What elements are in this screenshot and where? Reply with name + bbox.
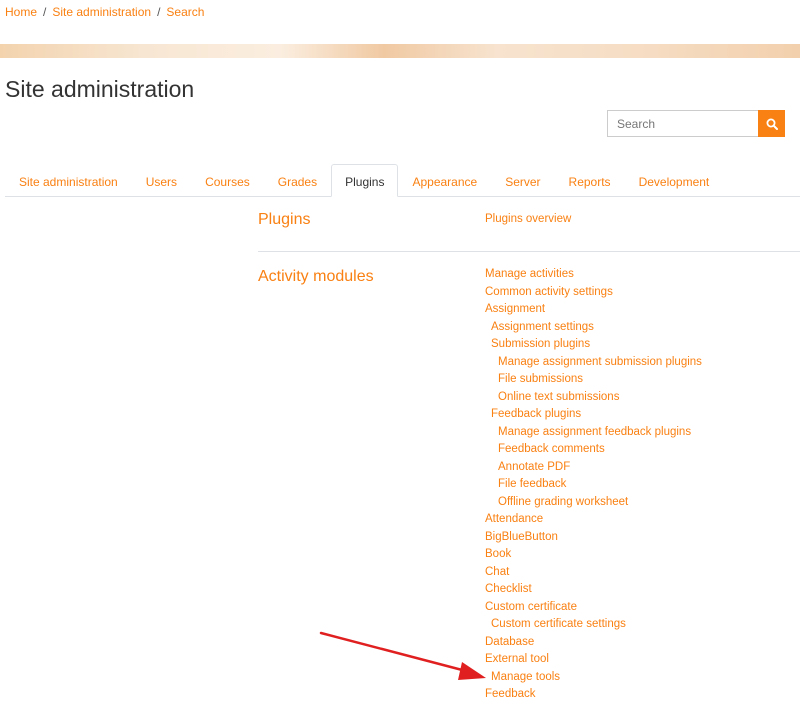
breadcrumb-separator: /: [157, 5, 161, 19]
search-icon: [766, 118, 778, 130]
header-banner: [0, 44, 800, 58]
link-attendance[interactable]: Attendance: [485, 511, 702, 529]
link-assignment-settings[interactable]: Assignment settings: [485, 319, 702, 337]
link-common-activity-settings[interactable]: Common activity settings: [485, 284, 702, 302]
link-manage-activities[interactable]: Manage activities: [485, 266, 702, 284]
link-book[interactable]: Book: [485, 546, 702, 564]
tab-development[interactable]: Development: [625, 164, 724, 196]
section-divider: [258, 251, 800, 252]
link-manage-assignment-feedback-plugins[interactable]: Manage assignment feedback plugins: [485, 424, 702, 442]
search-input[interactable]: [607, 110, 758, 137]
link-online-text-submissions[interactable]: Online text submissions: [485, 389, 702, 407]
link-custom-certificate-settings[interactable]: Custom certificate settings: [485, 616, 702, 634]
section-heading-activity-modules[interactable]: Activity modules: [258, 268, 374, 286]
link-submission-plugins[interactable]: Submission plugins: [485, 336, 702, 354]
breadcrumb-home[interactable]: Home: [5, 5, 37, 19]
tab-grades[interactable]: Grades: [264, 164, 331, 196]
admin-search-form: [607, 110, 785, 137]
link-annotate-pdf[interactable]: Annotate PDF: [485, 459, 702, 477]
page-title: Site administration: [5, 76, 195, 102]
tab-courses[interactable]: Courses: [191, 164, 264, 196]
link-external-tool[interactable]: External tool: [485, 651, 702, 669]
breadcrumb: Home / Site administration / Search: [5, 5, 204, 19]
tab-plugins[interactable]: Plugins: [331, 164, 399, 197]
link-custom-certificate[interactable]: Custom certificate: [485, 599, 702, 617]
section-heading-plugins[interactable]: Plugins: [258, 211, 310, 229]
tab-users[interactable]: Users: [132, 164, 191, 196]
link-database[interactable]: Database: [485, 634, 702, 652]
link-assignment[interactable]: Assignment: [485, 301, 702, 319]
link-manage-assignment-submission-plugins[interactable]: Manage assignment submission plugins: [485, 354, 702, 372]
link-feedback-comments[interactable]: Feedback comments: [485, 441, 702, 459]
tab-appearance[interactable]: Appearance: [398, 164, 491, 196]
breadcrumb-search[interactable]: Search: [166, 5, 204, 19]
tab-site-administration[interactable]: Site administration: [5, 164, 132, 196]
link-feedback[interactable]: Feedback: [485, 686, 702, 704]
link-manage-tools[interactable]: Manage tools: [485, 669, 702, 687]
breadcrumb-site-administration[interactable]: Site administration: [52, 5, 151, 19]
search-button[interactable]: [758, 110, 785, 137]
link-file-submissions[interactable]: File submissions: [485, 371, 702, 389]
link-feedback-plugins[interactable]: Feedback plugins: [485, 406, 702, 424]
breadcrumb-separator: /: [43, 5, 47, 19]
tab-reports[interactable]: Reports: [555, 164, 625, 196]
link-chat[interactable]: Chat: [485, 564, 702, 582]
activity-modules-links: Manage activities Common activity settin…: [485, 266, 702, 704]
link-checklist[interactable]: Checklist: [485, 581, 702, 599]
link-offline-grading-worksheet[interactable]: Offline grading worksheet: [485, 494, 702, 512]
link-file-feedback[interactable]: File feedback: [485, 476, 702, 494]
tab-server[interactable]: Server: [491, 164, 554, 196]
admin-tabs: Site administration Users Courses Grades…: [5, 164, 800, 197]
link-bigbluebutton[interactable]: BigBlueButton: [485, 529, 702, 547]
plugins-links: Plugins overview: [485, 211, 571, 229]
link-plugins-overview[interactable]: Plugins overview: [485, 211, 571, 229]
